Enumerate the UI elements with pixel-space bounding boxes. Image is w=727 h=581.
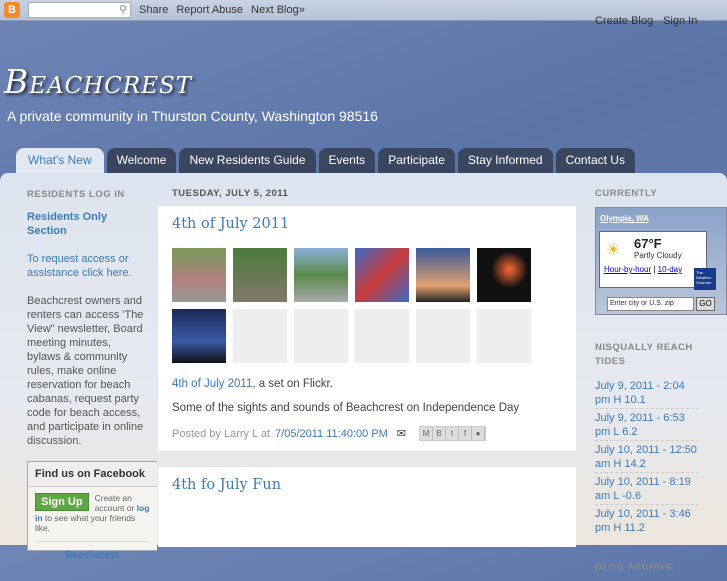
- post-title[interactable]: 4th of July 2011: [172, 216, 562, 232]
- search-icon[interactable]: ⚲: [119, 3, 127, 16]
- tide-item[interactable]: July 10, 2011 - 3:46 pm H 11.2: [595, 505, 699, 536]
- currently-heading: CURRENTLY: [595, 188, 658, 199]
- post-body: Some of the sights and sounds of Beachcr…: [172, 402, 520, 414]
- flickr-thumbnails: [172, 248, 562, 363]
- residents-only-link[interactable]: Residents Only Section: [27, 210, 145, 238]
- blogger-navbar: B ⚲ Share Report Abuse Next Blog» Create…: [0, 0, 727, 27]
- tides-list: July 9, 2011 - 2:04 pm H 10.1 July 9, 20…: [595, 377, 727, 536]
- tab-whats-new[interactable]: What's New: [16, 148, 104, 173]
- photo-thumbnail[interactable]: [355, 248, 409, 302]
- photo-thumbnail[interactable]: [477, 248, 531, 302]
- empty-thumbnail: [477, 309, 531, 363]
- report-abuse-link[interactable]: Report Abuse: [176, 4, 243, 16]
- facebook-heading: Find us on Facebook: [28, 462, 157, 487]
- right-sidebar: CURRENTLY Olympia, WA ☀ 67°F Partly Clou…: [595, 188, 727, 581]
- temperature: 67°F: [634, 236, 662, 251]
- facebook-signup-button[interactable]: Sign Up: [35, 493, 89, 511]
- facebook-text: Create an account or: [94, 493, 135, 513]
- post: 4th of July 2011 4th of July 2011, a set…: [158, 206, 576, 451]
- buzz-icon[interactable]: ●: [472, 427, 485, 440]
- weather-channel-logo[interactable]: The Weather Channel: [694, 268, 716, 290]
- facebook-widget: Find us on Facebook Sign Up Create an ac…: [27, 461, 157, 561]
- post-title[interactable]: 4th fo July Fun: [172, 477, 562, 493]
- photo-thumbnail[interactable]: [172, 248, 226, 302]
- share-link[interactable]: Share: [139, 4, 168, 16]
- tab-welcome[interactable]: Welcome: [106, 148, 177, 173]
- blogger-logo-icon[interactable]: B: [4, 2, 20, 18]
- residents-info-text: Beachcrest owners and renters can access…: [27, 295, 144, 447]
- share-buttons: M B t f ●: [419, 426, 486, 441]
- tides-heading: NISQUALLY REACH TIDES: [595, 342, 693, 367]
- empty-thumbnail: [355, 309, 409, 363]
- weather-city-link[interactable]: Olympia, WA: [600, 214, 649, 223]
- content-area: RESIDENTS LOG IN Residents Only Section …: [0, 173, 727, 573]
- left-sidebar: RESIDENTS LOG IN Residents Only Section …: [27, 188, 145, 448]
- blog-search-input[interactable]: ⚲: [28, 2, 131, 18]
- weather-go-button[interactable]: GO: [696, 297, 715, 311]
- blog-archive-heading: BLOG ARCHIVE: [595, 562, 674, 573]
- sign-in-link[interactable]: Sign In: [663, 15, 697, 27]
- blog-description: A private community in Thurston County, …: [7, 108, 378, 124]
- tab-participate[interactable]: Participate: [378, 148, 455, 173]
- posted-by: Posted by Larry L at: [172, 427, 271, 440]
- empty-thumbnail: [294, 309, 348, 363]
- post: 4th fo July Fun: [158, 467, 576, 547]
- partly-cloudy-icon: ☀: [606, 242, 621, 259]
- tide-item[interactable]: July 9, 2011 - 2:04 pm H 10.1: [595, 377, 699, 409]
- empty-thumbnail: [233, 309, 287, 363]
- tide-item[interactable]: July 9, 2011 - 6:53 pm L 6.2: [595, 409, 699, 441]
- photo-thumbnail[interactable]: [294, 248, 348, 302]
- conditions: Partly Cloudy: [634, 251, 682, 260]
- blogthis-icon[interactable]: B: [433, 427, 446, 440]
- email-share-icon[interactable]: M: [420, 427, 433, 440]
- next-blog-link[interactable]: Next Blog»: [251, 4, 305, 16]
- create-blog-link[interactable]: Create Blog: [595, 15, 653, 27]
- facebook-icon[interactable]: f: [459, 427, 472, 440]
- twitter-icon[interactable]: t: [446, 427, 459, 440]
- page-tabs: What's New Welcome New Residents Guide E…: [16, 148, 635, 173]
- facebook-text-2: to see what your friends like.: [35, 513, 136, 533]
- tab-contact-us[interactable]: Contact Us: [555, 148, 635, 173]
- date-header: TUESDAY, JULY 5, 2011: [172, 188, 289, 199]
- email-post-icon[interactable]: ✉: [397, 427, 406, 440]
- tide-item[interactable]: July 10, 2011 - 8:19 am L -0.6: [595, 473, 699, 505]
- tab-stay-informed[interactable]: Stay Informed: [457, 148, 553, 173]
- weather-widget: Olympia, WA ☀ 67°F Partly Cloudy Hour-by…: [595, 207, 727, 315]
- flickr-set-link[interactable]: 4th of July 2011: [172, 378, 252, 390]
- residents-login-heading: RESIDENTS LOG IN: [27, 189, 125, 200]
- tide-item[interactable]: July 10, 2011 - 12:50 am H 14.2: [595, 441, 699, 473]
- blog-title[interactable]: Beachcrest: [4, 62, 192, 101]
- photo-thumbnail[interactable]: [233, 248, 287, 302]
- photo-thumbnail[interactable]: [172, 309, 226, 363]
- post-timestamp-link[interactable]: 7/05/2011 11:40:00 PM: [275, 428, 388, 440]
- post-footer: Posted by Larry L at 7/05/2011 11:40:00 …: [172, 426, 562, 441]
- photo-thumbnail[interactable]: [416, 248, 470, 302]
- tab-events[interactable]: Events: [318, 148, 376, 173]
- facebook-page-link[interactable]: Beachcrest: [65, 550, 119, 561]
- empty-thumbnail: [416, 309, 470, 363]
- weather-zip-input[interactable]: Enter city or U.S. zip: [607, 297, 694, 311]
- flickr-set-text: , a set on Flickr.: [252, 378, 333, 390]
- request-access-link[interactable]: To request access or assistance click he…: [27, 252, 145, 280]
- tab-new-residents-guide[interactable]: New Residents Guide: [179, 148, 316, 173]
- tenday-link[interactable]: 10-day: [658, 265, 682, 274]
- main-column: TUESDAY, JULY 5, 2011 4th of July 2011 4…: [158, 188, 576, 563]
- hourly-link[interactable]: Hour-by-hour: [604, 265, 651, 274]
